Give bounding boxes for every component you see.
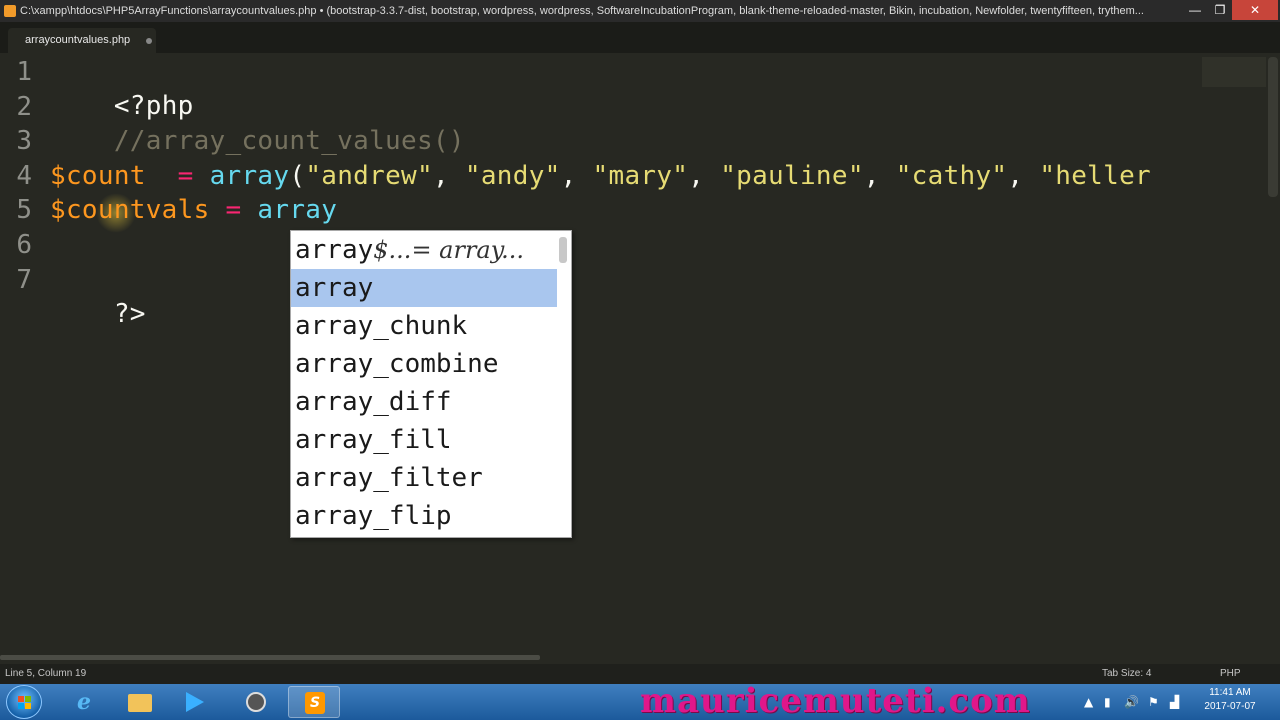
line-number: 2 [16,92,32,122]
line-number: 1 [16,57,32,87]
flag-icon[interactable]: ⚑ [1148,684,1159,720]
autocomplete-item-selected[interactable]: array [291,269,557,307]
autocomplete-item[interactable]: array_fill [291,421,557,459]
tab-label: arraycountvalues.php [25,34,131,46]
code-variable: $countvals [50,195,210,225]
code-sep: , [688,161,721,191]
network-icon[interactable]: ▟ [1170,684,1179,720]
autocomplete-item[interactable]: array_diff [291,383,557,421]
clock-date: 2017-07-07 [1204,701,1256,712]
horizontal-scrollbar[interactable] [0,655,540,660]
code-line-7: ?> [50,263,146,329]
code-sep: , [863,161,896,191]
code-sep: , [432,161,465,191]
line-number: 3 [16,126,32,156]
autocomplete-popup: array$...= array... array array_chunk ar… [290,230,572,538]
start-button[interactable] [6,685,42,719]
sublime-app-icon [4,5,16,17]
code-line-4: $count = array("andrew", "andy", "mary",… [50,159,1151,193]
app-icon[interactable] [230,686,282,718]
tab-arraycountvalues[interactable]: arraycountvalues.php [8,28,156,53]
maximize-button[interactable]: ❐ [1208,0,1232,20]
up-arrow-icon[interactable]: ▲ [1084,684,1093,720]
autocomplete-item-label: array_chunk [295,311,468,341]
unsaved-dot-icon[interactable] [146,38,152,44]
code-string: "andrew" [305,161,433,191]
autocomplete-item[interactable]: array$...= array... [291,231,557,269]
autocomplete-item-label: array [295,235,374,265]
tab-bar: arraycountvalues.php [0,22,1280,53]
code-string: "mary" [592,161,689,191]
autocomplete-item[interactable]: array_chunk [291,307,557,345]
battery-icon[interactable]: ▮ [1104,684,1111,720]
code-function: array [193,161,290,191]
autocomplete-item[interactable]: array_flip [291,497,557,535]
minimize-button[interactable]: — [1182,0,1208,20]
autocomplete-scrollbar[interactable] [559,237,567,263]
watermark: mauricemuteti.com [640,681,1031,720]
sublime-glyph: S [305,692,325,714]
vertical-scrollbar[interactable] [1268,57,1278,197]
autocomplete-item-label: array_flip [295,501,452,531]
autocomplete-item-hint: $...= array... [373,236,524,264]
code-comment: //array_count_values() [113,126,465,156]
media-player-icon[interactable] [170,686,222,718]
code-line-2: //array_count_values() [50,90,465,156]
taskbar-clock[interactable]: 11:41 AM 2017-07-07 [1196,686,1264,714]
php-close-tag: ?> [113,299,146,329]
code-editor[interactable]: 1 2 3 4 5 6 7 <?php //array_count_values… [0,53,1280,657]
syntax-selector[interactable]: PHP [1220,664,1241,684]
minimap[interactable] [1202,57,1266,87]
windows-flag-icon [18,696,32,710]
code-operator: = [209,195,242,225]
clock-time: 11:41 AM [1209,687,1251,698]
line-number: 6 [16,230,32,260]
line-number: 4 [16,161,32,191]
tab-size-selector[interactable]: Tab Size: 4 [1102,664,1151,684]
code-string: "cathy" [895,161,1008,191]
line-number: 7 [16,265,32,295]
file-explorer-icon[interactable] [114,686,166,718]
code-string: "heller [1039,161,1151,191]
line-number: 5 [16,195,32,225]
autocomplete-item-label: array_diff [295,387,452,417]
cursor-position: Line 5, Column 19 [5,668,87,679]
autocomplete-item-label: array [295,273,374,303]
code-string: "andy" [464,161,561,191]
autocomplete-item-label: array_combine [295,349,499,379]
code-string: "pauline" [720,161,864,191]
code-paren: ( [289,161,306,191]
sublime-text-taskbar-icon[interactable]: S [288,686,340,718]
code-partial-input: array [241,195,338,225]
title-bar: C:\xampp\htdocs\PHP5ArrayFunctions\array… [0,0,1280,22]
internet-explorer-icon[interactable]: e [58,686,110,718]
autocomplete-item[interactable]: array_filter [291,459,557,497]
window-title: C:\xampp\htdocs\PHP5ArrayFunctions\array… [20,5,1144,17]
close-button[interactable]: ✕ [1232,0,1278,20]
code-variable: $count [50,161,146,191]
autocomplete-item-label: array_fill [295,425,452,455]
autocomplete-item[interactable]: array_combine [291,345,557,383]
volume-icon[interactable]: 🔊 [1124,684,1139,720]
code-line-1: <?php [50,55,194,121]
code-operator: = [145,161,194,191]
autocomplete-item-label: array_filter [295,463,483,493]
code-line-5: $countvals = array [50,193,337,227]
code-sep: , [1007,161,1040,191]
code-sep: , [560,161,593,191]
